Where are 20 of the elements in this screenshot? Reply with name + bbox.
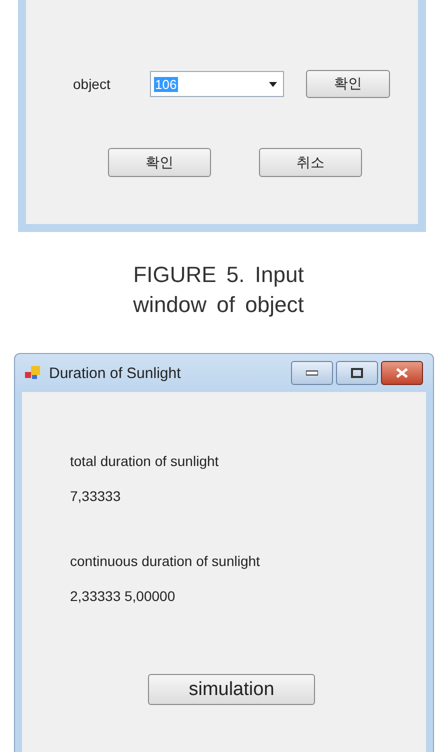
window-title: Duration of Sunlight	[49, 364, 182, 382]
simulation-button[interactable]: simulation	[148, 674, 315, 705]
minimize-button[interactable]	[291, 361, 333, 385]
maximize-icon	[351, 368, 363, 378]
field-value: 2,33333 5,00000	[70, 587, 176, 605]
object-label: object	[73, 76, 112, 92]
minimize-icon	[306, 370, 318, 376]
combo-value: 106	[154, 76, 178, 92]
field-label: continuous duration of sunlight	[70, 552, 261, 570]
close-button[interactable]	[381, 361, 423, 385]
dropdown-caret-icon	[269, 82, 277, 86]
cancel-button[interactable]: 취소	[259, 148, 362, 177]
app-icon	[25, 366, 43, 380]
confirm-button[interactable]: 확인	[306, 70, 390, 98]
maximize-button[interactable]	[336, 361, 378, 385]
close-icon	[396, 368, 408, 378]
confirm-button[interactable]: 확인	[108, 148, 211, 177]
figure-caption: FIGURE 5. Input window of object	[132, 261, 305, 319]
field-value: 7,33333	[70, 487, 122, 505]
field-label: total duration of sunlight	[70, 452, 220, 470]
